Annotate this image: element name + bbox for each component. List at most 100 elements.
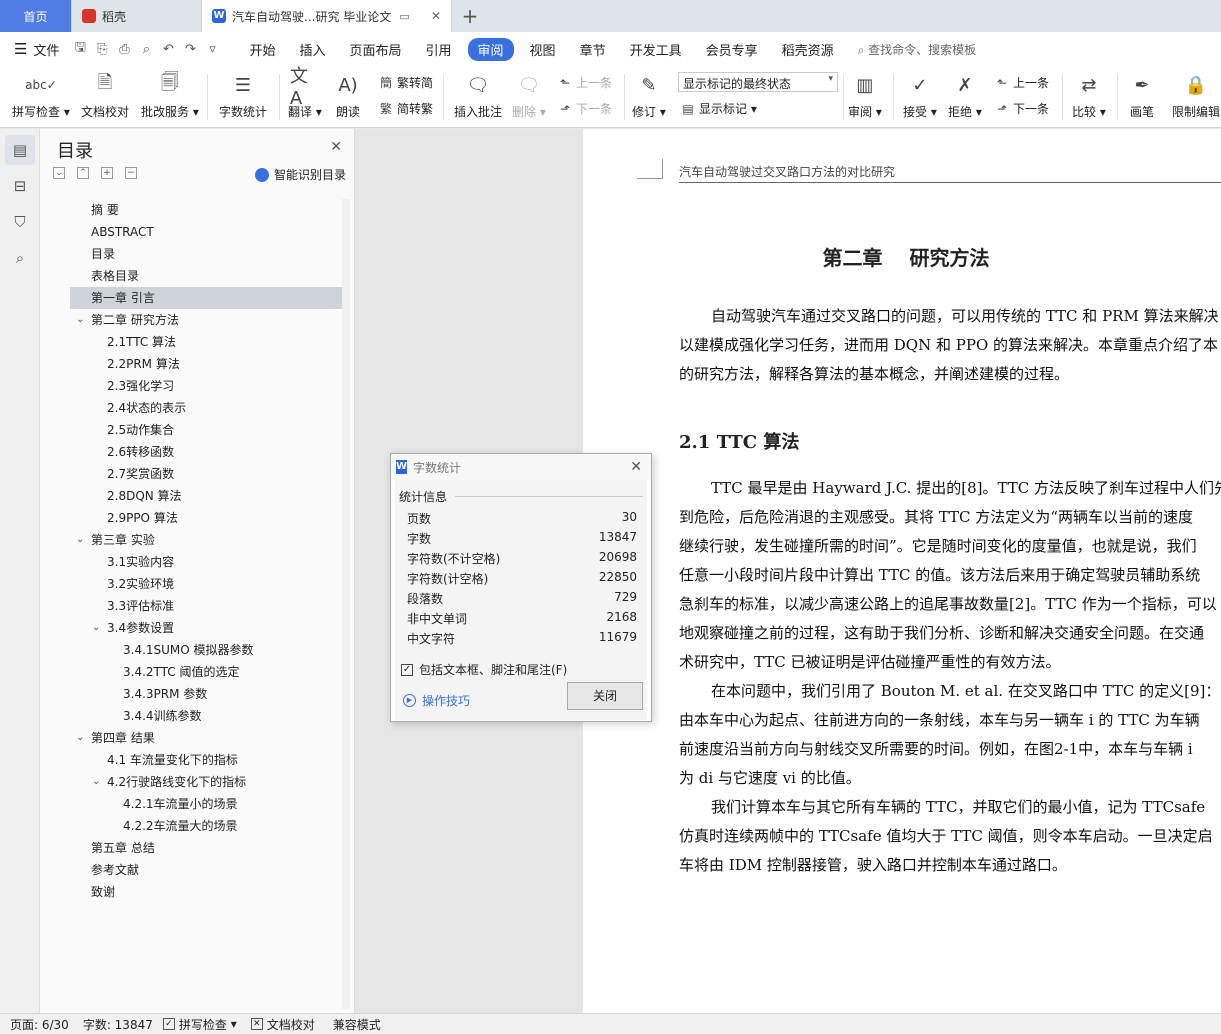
toc-item[interactable]: 目录: [70, 243, 342, 265]
translate-button[interactable]: 文A 翻译 ▾: [288, 66, 322, 120]
next-change-button[interactable]: ⬏ 下一条: [994, 100, 1049, 117]
simp-to-trad-button[interactable]: 繁简转繁: [378, 100, 433, 117]
collapse-all-icon[interactable]: ⌄: [53, 167, 65, 179]
track-changes-button[interactable]: ✎ 修订 ▾: [632, 70, 666, 120]
print-preview-icon[interactable]: ⌕: [135, 42, 157, 57]
save-icon[interactable]: 🖫: [69, 38, 91, 60]
toc-item[interactable]: 第五章 总结: [70, 837, 342, 859]
smart-toc-button[interactable]: 智能识别目录: [254, 166, 346, 183]
menu-view[interactable]: 视图: [518, 40, 568, 59]
toc-item[interactable]: ⌄ 4.2行驶路线变化下的指标: [70, 771, 342, 793]
toc-nav-icon[interactable]: ▤: [5, 135, 35, 165]
reject-button[interactable]: ✗ 拒绝 ▾: [948, 70, 982, 120]
chevron-down-icon[interactable]: ⌄: [92, 771, 100, 793]
spell-check-button[interactable]: abc✓ 拼写检查 ▾: [12, 70, 70, 120]
next-comment-button[interactable]: ⬏ 下一条: [557, 100, 612, 117]
close-icon[interactable]: ✕: [330, 139, 342, 155]
menu-daoke-resources[interactable]: 稻壳资源: [770, 40, 846, 59]
toc-item[interactable]: 2.3强化学习: [70, 375, 342, 397]
toc-item[interactable]: 3.4.1SUMO 模拟器参数: [70, 639, 342, 661]
toc-item[interactable]: 4.1 车流量变化下的指标: [70, 749, 342, 771]
toc-item[interactable]: 摘 要: [70, 199, 342, 221]
toc-item[interactable]: 2.7奖赏函数: [70, 463, 342, 485]
tab-document[interactable]: W 汽车自动驾驶...研究 毕业论文 ▭ ✕: [202, 0, 452, 32]
review-pane-button[interactable]: ▥ 审阅 ▾: [848, 70, 882, 120]
print-icon[interactable]: ⎙: [113, 42, 135, 57]
menu-layout[interactable]: 页面布局: [338, 40, 414, 59]
insert-comment-button[interactable]: 🗨 插入批注: [454, 70, 502, 120]
delete-comment-button[interactable]: 🗨 删除 ▾: [512, 70, 546, 120]
compare-button[interactable]: ⇄ 比较 ▾: [1072, 70, 1106, 120]
toc-item[interactable]: 2.1TTC 算法: [70, 331, 342, 353]
toc-item[interactable]: ⌄ 3.4参数设置: [70, 617, 342, 639]
menu-chapter[interactable]: 章节: [568, 40, 618, 59]
chevron-down-icon[interactable]: ⌄: [92, 617, 100, 639]
menu-references[interactable]: 引用: [414, 40, 464, 59]
export-pdf-icon[interactable]: ⎘: [91, 42, 113, 57]
close-icon[interactable]: ✕: [630, 459, 642, 475]
toc-item[interactable]: 第一章 引言: [70, 287, 342, 309]
prev-comment-button[interactable]: ⬑ 上一条: [557, 74, 612, 91]
toc-item[interactable]: 表格目录: [70, 265, 342, 287]
status-doc-proof[interactable]: ✕ 文档校对: [250, 1016, 315, 1033]
close-tab-icon[interactable]: ✕: [431, 9, 441, 23]
tab-daoke[interactable]: 稻壳: [72, 0, 202, 32]
toc-item[interactable]: 3.3评估标准: [70, 595, 342, 617]
word-count-indicator[interactable]: 字数: 13847: [83, 1016, 153, 1033]
new-tab-button[interactable]: +: [452, 0, 488, 32]
chapter-nav-icon[interactable]: ⊟: [5, 171, 35, 201]
toc-item[interactable]: 3.4.2TTC 阈值的选定: [70, 661, 342, 683]
markup-state-select[interactable]: 显示标记的最终状态 ▾: [678, 72, 838, 92]
tips-link[interactable]: ▶ 操作技巧: [403, 692, 470, 709]
toc-scrollbar[interactable]: [342, 199, 350, 1009]
undo-icon[interactable]: ↶: [157, 42, 179, 57]
toc-item[interactable]: ⌄ 第三章 实验: [70, 529, 342, 551]
toc-item[interactable]: 2.8DQN 算法: [70, 485, 342, 507]
menu-insert[interactable]: 插入: [287, 40, 337, 59]
chevron-down-icon[interactable]: ⌄: [76, 309, 84, 331]
restrict-editing-button[interactable]: 🔒 限制编辑: [1172, 70, 1220, 120]
accept-button[interactable]: ✓ 接受 ▾: [903, 70, 937, 120]
document-page[interactable]: 汽车自动驾驶过交叉路口方法的对比研究 第二章 研究方法 自动驾驶汽车通过交叉路口…: [583, 129, 1221, 1013]
include-textbox-checkbox[interactable]: ✓ 包括文本框、脚注和尾注(F): [401, 661, 567, 678]
customize-dropdown-icon[interactable]: ▿: [201, 42, 223, 57]
toc-item[interactable]: 3.1实验内容: [70, 551, 342, 573]
toc-item[interactable]: 2.5动作集合: [70, 419, 342, 441]
search-icon[interactable]: ⌕: [5, 243, 35, 273]
expand-all-icon[interactable]: ⌃: [77, 167, 89, 179]
prev-change-button[interactable]: ⬑ 上一条: [994, 74, 1049, 91]
toc-item[interactable]: 3.2实验环境: [70, 573, 342, 595]
toc-item[interactable]: 3.4.3PRM 参数: [70, 683, 342, 705]
toc-item[interactable]: 2.2PRM 算法: [70, 353, 342, 375]
toc-item[interactable]: ⌄ 第四章 结果: [70, 727, 342, 749]
menu-review[interactable]: 审阅: [467, 37, 514, 61]
toc-item[interactable]: ⌄ 第二章 研究方法: [70, 309, 342, 331]
command-search[interactable]: ⌕ 查找命令、搜索模板: [858, 41, 977, 58]
redo-icon[interactable]: ↷: [179, 42, 201, 57]
trad-to-simp-button[interactable]: 簡繁转简: [378, 74, 433, 91]
monitor-icon[interactable]: ▭: [399, 10, 409, 23]
pen-button[interactable]: ✒ 画笔: [1127, 70, 1157, 120]
toc-item[interactable]: 4.2.2车流量大的场景: [70, 815, 342, 837]
toc-item[interactable]: 2.9PPO 算法: [70, 507, 342, 529]
toc-item[interactable]: ABSTRACT: [70, 221, 342, 243]
chevron-down-icon[interactable]: ⌄: [76, 529, 84, 551]
toc-item[interactable]: 4.2.1车流量小的场景: [70, 793, 342, 815]
bookmark-icon[interactable]: ⛉: [5, 207, 35, 237]
toc-item[interactable]: 致谢: [70, 881, 342, 903]
tab-home[interactable]: 首页: [0, 0, 72, 32]
toc-item[interactable]: 参考文献: [70, 859, 342, 881]
status-spell-check[interactable]: ✓ 拼写检查 ▾: [162, 1016, 237, 1033]
close-button[interactable]: 关闭: [567, 682, 643, 710]
word-count-button[interactable]: ☰ 字数统计: [219, 70, 267, 120]
menu-member[interactable]: 会员专享: [694, 40, 770, 59]
toc-item[interactable]: 2.4状态的表示: [70, 397, 342, 419]
menu-developer[interactable]: 开发工具: [618, 40, 694, 59]
remove-level-icon[interactable]: −: [125, 167, 137, 179]
annotate-service-button[interactable]: 🗐 批改服务 ▾: [141, 70, 199, 120]
menu-start[interactable]: 开始: [237, 40, 287, 59]
show-markup-button[interactable]: ▤ 显示标记 ▾: [680, 100, 757, 117]
toc-item[interactable]: 2.6转移函数: [70, 441, 342, 463]
toc-item[interactable]: 3.4.4训练参数: [70, 705, 342, 727]
chevron-down-icon[interactable]: ⌄: [76, 727, 84, 749]
